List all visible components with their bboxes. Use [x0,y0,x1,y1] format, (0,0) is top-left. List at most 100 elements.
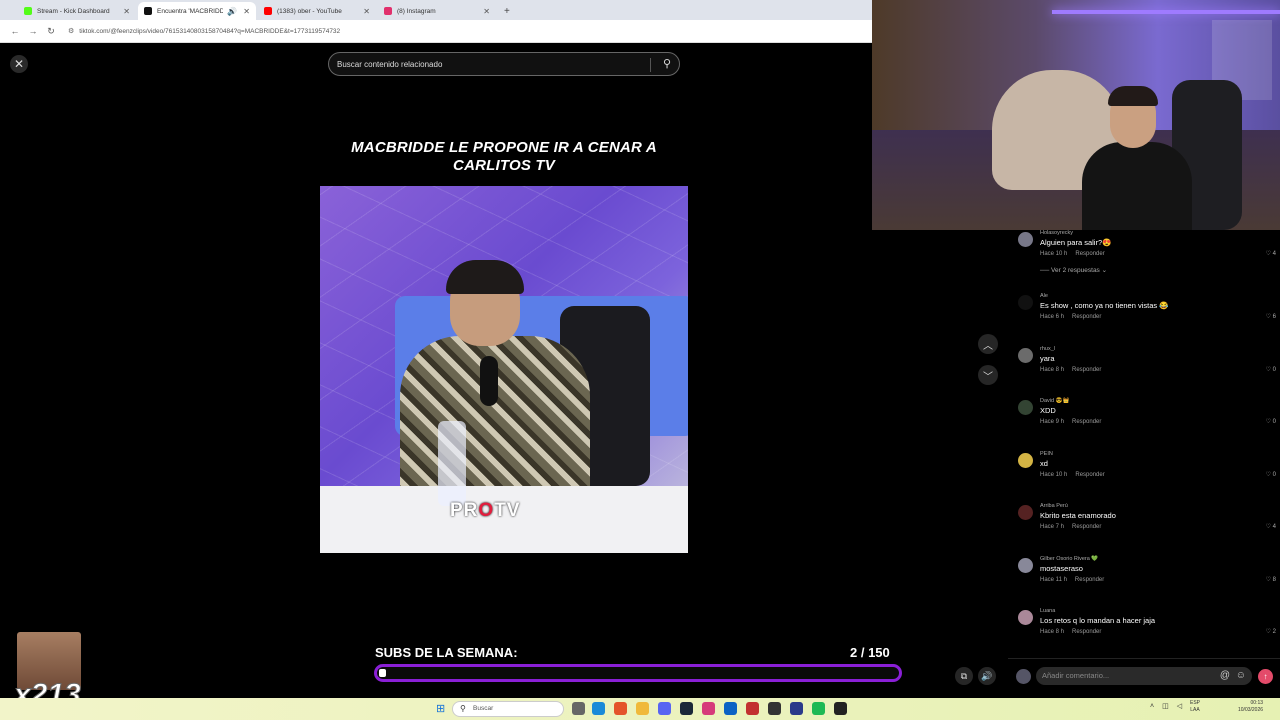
reply-button[interactable]: Responder [1072,524,1101,530]
comment-placeholder: Añadir comentario... [1042,671,1110,680]
comment-text: mostaseraso [1040,564,1083,573]
back-icon[interactable]: ← [6,26,24,36]
taskbar-search[interactable]: ⚲ Buscar [452,701,564,717]
app-icon[interactable] [790,702,803,715]
mention-icon[interactable]: @ [1220,670,1230,681]
picture-in-picture-icon[interactable]: ⧉ [955,667,973,685]
like-count[interactable]: ♡ 4 [1266,250,1276,257]
tab-tiktok[interactable]: Encuentra 'MACBRIDDE' en 🔊 ✕ [138,2,256,20]
spotify-icon[interactable] [812,702,825,715]
like-count[interactable]: ♡ 4 [1266,523,1276,530]
comment-user[interactable]: PEIN [1040,451,1053,457]
url-field[interactable]: ⚙ tiktok.com/@feenzclips/video/761531408… [68,27,340,36]
chrome-icon[interactable] [614,702,627,715]
next-video-button[interactable]: ﹀ [978,365,998,385]
task-view-icon[interactable] [572,702,585,715]
subs-progress-fill [379,669,386,677]
chevron-up-icon[interactable]: ˄ [1150,703,1154,710]
like-count[interactable]: ♡ 6 [1266,313,1276,320]
comment-meta: Hace 9 h Responder [1040,419,1109,425]
reply-button[interactable]: Responder [1072,419,1101,425]
send-icon[interactable]: ↑ [1258,669,1273,684]
app-icon[interactable] [746,702,759,715]
tab-instagram[interactable]: (8) Instagram ✕ [378,2,496,20]
comment-bar: Añadir comentario... @ ☺ ↑ [1008,658,1280,698]
previous-video-button[interactable]: ︿ [978,334,998,354]
reply-button[interactable]: Responder [1072,367,1101,373]
comment-user[interactable]: Ale [1040,293,1048,299]
volume-icon[interactable]: 🔊 [978,667,996,685]
reply-button[interactable]: Responder [1075,472,1104,478]
avatar[interactable] [1018,505,1033,520]
avatar[interactable] [1018,453,1033,468]
reload-icon[interactable]: ↻ [42,26,60,37]
like-count[interactable]: ♡ 8 [1266,576,1276,583]
comment-time: Hace 10 h [1040,472,1068,478]
obs-icon[interactable] [768,702,781,715]
network-icon[interactable]: ◫ [1162,702,1169,710]
close-tab-icon[interactable]: ✕ [123,7,130,16]
speaker-icon[interactable]: ◁ [1177,702,1182,710]
tab-youtube[interactable]: (1383) ober - YouTube ✕ [258,2,376,20]
kick-icon [24,7,32,15]
language-indicator[interactable]: ESP LAA [1190,700,1200,714]
reply-button[interactable]: Responder [1072,629,1101,635]
comment-item: PEIN xd Hace 10 h Responder ♡ 0 [1018,451,1280,501]
close-icon[interactable]: ✕ [10,55,28,73]
discord-icon[interactable] [658,702,671,715]
tab-kick-dashboard[interactable]: Stream - Kick Dashboard ✕ [18,2,136,20]
speaker-icon[interactable]: 🔊 [227,7,237,16]
webcam-overlay [872,0,1280,230]
steam-icon[interactable] [680,702,693,715]
new-tab-button[interactable]: + [504,6,510,17]
close-tab-icon[interactable]: ✕ [483,7,490,16]
like-count[interactable]: ♡ 0 [1266,366,1276,373]
comment-user[interactable]: Luana [1040,608,1055,614]
related-search-input[interactable]: Buscar contenido relacionado ⚲ [328,52,680,76]
view-replies-toggle[interactable]: ── Ver 2 respuestas ⌄ [1040,266,1107,274]
lang-code: ESP [1190,700,1201,706]
like-count[interactable]: ♡ 0 [1266,418,1276,425]
avatar[interactable] [1018,400,1033,415]
close-tab-icon[interactable]: ✕ [363,7,370,16]
comment-user[interactable]: Gilber Osorio Rivera 💚 [1040,556,1098,562]
windows-start-icon[interactable]: ⊞ [436,702,445,715]
clock-date: 10/03/2026 [1238,707,1264,713]
avatar[interactable] [1018,558,1033,573]
store-icon[interactable] [724,702,737,715]
edge-icon[interactable] [592,702,605,715]
comment-user[interactable]: rhux_l [1040,346,1055,352]
reply-button[interactable]: Responder [1075,251,1104,257]
comment-item: rhux_l yara Hace 8 h Responder ♡ 0 [1018,346,1280,396]
avatar[interactable] [1018,348,1033,363]
avatar[interactable] [1018,610,1033,625]
like-number: 6 [1272,314,1276,320]
site-info-icon[interactable]: ⚙ [68,27,74,35]
close-tab-icon[interactable]: ✕ [243,7,250,16]
comment-user[interactable]: Holasoyrecky [1040,230,1073,236]
comment-input[interactable]: Añadir comentario... @ ☺ [1036,667,1252,685]
search-icon[interactable]: ⚲ [663,57,671,70]
like-count[interactable]: ♡ 0 [1266,471,1276,478]
app-icon[interactable] [702,702,715,715]
avatar[interactable] [1018,232,1033,247]
comment-user[interactable]: Arriba Perú [1040,503,1068,509]
like-number: 4 [1272,524,1276,530]
terminal-icon[interactable] [834,702,847,715]
taskbar: ⊞ ⚲ Buscar ˄ ◫ ◁ ESP LAA 00:13 10/03/2026 [0,698,1280,720]
clock[interactable]: 00:13 10/03/2026 [1238,700,1263,714]
replies-label: Ver 2 respuestas [1051,267,1100,274]
comment-user[interactable]: David 😎👑 [1040,398,1069,404]
browser-tab-bar: Stream - Kick Dashboard ✕ Encuentra 'MAC… [0,0,872,20]
lang-layout: LAA [1190,707,1200,713]
reply-button[interactable]: Responder [1075,577,1104,583]
forward-icon[interactable]: → [24,26,42,36]
file-explorer-icon[interactable] [636,702,649,715]
streamer [1082,86,1192,230]
video-frame[interactable]: PROTV [320,186,688,553]
video-title: MACBRIDDE LE PROPONE IR A CENAR A CARLIT… [351,139,657,174]
reply-button[interactable]: Responder [1072,314,1101,320]
like-count[interactable]: ♡ 2 [1266,628,1276,635]
avatar[interactable] [1018,295,1033,310]
emoji-icon[interactable]: ☺ [1236,670,1246,681]
